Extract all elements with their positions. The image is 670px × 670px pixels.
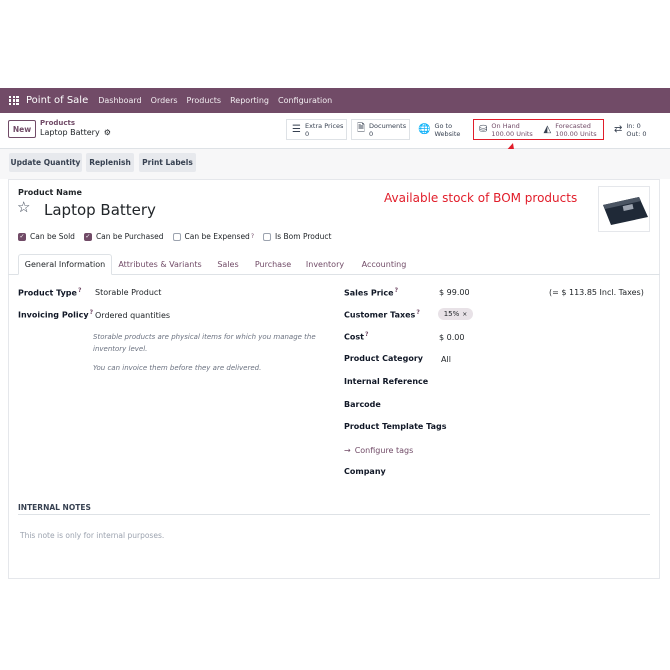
cubes-icon: ⛁ <box>479 124 488 135</box>
area-chart-icon: ◭ <box>543 124 552 135</box>
configure-tags-label: Configure tags <box>354 446 414 455</box>
help-icon[interactable]: ? <box>365 331 368 338</box>
extra-prices-label: Extra Prices <box>304 121 344 130</box>
replenish-button[interactable]: Replenish <box>86 153 134 172</box>
can-be-expensed-label: Can be Expensed <box>184 232 250 241</box>
forecasted-button[interactable]: ◭ Forecasted 100.00 Units <box>539 120 604 139</box>
website-line2: Website <box>434 129 461 138</box>
help-icon[interactable]: ? <box>395 287 398 294</box>
help-icon[interactable]: ? <box>78 287 81 294</box>
in-out-button[interactable]: ⇄ In: 0 Out: 0 <box>609 119 670 140</box>
record-name: Laptop Battery <box>40 128 100 137</box>
exchange-icon: ⇄ <box>614 124 623 135</box>
on-hand-button[interactable]: ⛁ On Hand 100.00 Units <box>474 120 539 139</box>
breadcrumb-current: Laptop Battery ⚙ <box>40 128 111 137</box>
product-category-label: Product Category <box>344 354 423 363</box>
arrow-right-icon: → <box>344 446 351 455</box>
can-be-sold-checkbox[interactable]: ✓ Can be Sold <box>18 232 75 241</box>
nav-products[interactable]: Products <box>187 96 222 105</box>
cost-label: Cost? <box>344 331 369 342</box>
product-category-value[interactable]: All <box>441 355 451 364</box>
star-icon[interactable]: ☆ <box>17 198 30 216</box>
company-label: Company <box>344 467 386 476</box>
configure-tags-link[interactable]: → Configure tags <box>344 446 413 455</box>
internal-notes-divider <box>18 514 650 515</box>
list-icon: ☰ <box>292 124 301 135</box>
nav-orders[interactable]: Orders <box>151 96 178 105</box>
can-be-expensed-checkbox[interactable]: Can be Expensed ? <box>172 232 254 241</box>
on-hand-label: On Hand <box>491 121 520 130</box>
nav-dashboard[interactable]: Dashboard <box>98 96 141 105</box>
nav-configuration[interactable]: Configuration <box>278 96 332 105</box>
tab-general-information[interactable]: General Information <box>18 254 112 275</box>
tab-accounting[interactable]: Accounting <box>359 254 409 275</box>
website-line1: Go to <box>434 121 453 130</box>
product-name-field[interactable]: Laptop Battery <box>44 201 156 219</box>
nav-reporting[interactable]: Reporting <box>230 96 269 105</box>
invoicing-policy-value[interactable]: Ordered quantities <box>95 311 170 320</box>
internal-notes-input[interactable]: This note is only for internal purposes. <box>20 531 164 540</box>
gear-icon[interactable]: ⚙ <box>104 128 111 137</box>
app-brand[interactable]: Point of Sale <box>26 95 88 106</box>
invoice-note: You can invoice them before they are del… <box>93 364 262 372</box>
help-icon[interactable]: ? <box>416 309 419 316</box>
can-be-sold-label: Can be Sold <box>30 232 75 241</box>
action-bar: Update Quantity Replenish Print Labels <box>0 149 670 179</box>
product-template-tags-label: Product Template Tags <box>344 422 447 431</box>
tab-attributes-variants[interactable]: Attributes & Variants <box>118 254 202 275</box>
new-button[interactable]: New <box>8 120 36 138</box>
tax-badge-label: 15% <box>443 310 460 318</box>
go-to-website-button[interactable]: 🌐 Go to Website <box>413 119 469 140</box>
is-bom-product-checkbox[interactable]: Is Bom Product <box>263 232 331 241</box>
apps-menu-icon[interactable] <box>9 95 19 106</box>
product-flags: ✓ Can be Sold ✓ Can be Purchased Can be … <box>18 232 340 241</box>
forecasted-label: Forecasted <box>555 121 591 130</box>
globe-icon: 🌐 <box>418 124 431 135</box>
documents-value: 0 <box>369 129 374 138</box>
check-icon: ✓ <box>83 232 92 241</box>
notebook-tabs: General Information Attributes & Variant… <box>8 254 660 275</box>
documents-button[interactable]: 🗎 Documents 0 <box>351 119 410 140</box>
top-navbar: Point of Sale Dashboard Orders Products … <box>0 88 670 113</box>
update-quantity-button[interactable]: Update Quantity <box>9 153 82 172</box>
barcode-label: Barcode <box>344 400 381 409</box>
remove-tag-icon[interactable]: × <box>462 311 467 318</box>
product-image[interactable] <box>598 186 650 232</box>
product-type-label: Product Type? <box>18 287 82 298</box>
documents-label: Documents <box>369 121 407 130</box>
internal-reference-label: Internal Reference <box>344 377 429 386</box>
stock-buttons-highlight: ⛁ On Hand 100.00 Units ◭ Forecasted 100.… <box>473 119 604 140</box>
forecasted-value: 100.00 Units <box>555 129 597 138</box>
control-panel: New Products Laptop Battery ⚙ ☰ Extra Pr… <box>0 113 670 149</box>
sales-price-incl-taxes: (= $ 113.85 Incl. Taxes) <box>549 288 644 297</box>
tax-badge[interactable]: 15% × <box>438 308 473 320</box>
document-icon: 🗎 <box>357 123 366 134</box>
tab-purchase[interactable]: Purchase <box>252 254 294 275</box>
cost-value[interactable]: $ 0.00 <box>439 333 464 342</box>
extra-prices-value: 0 <box>304 129 310 138</box>
product-type-value[interactable]: Storable Product <box>95 288 161 297</box>
invoicing-policy-label: Invoicing Policy? <box>18 309 94 320</box>
product-type-note: Storable products are physical items for… <box>93 333 316 353</box>
sales-price-label: Sales Price? <box>344 287 399 298</box>
annotation-text: Available stock of BOM products <box>384 191 578 205</box>
tab-inventory[interactable]: Inventory <box>304 254 346 275</box>
extra-prices-button[interactable]: ☰ Extra Prices 0 <box>286 119 347 140</box>
out-value: Out: 0 <box>626 129 647 138</box>
customer-taxes-label: Customer Taxes? <box>344 309 420 320</box>
sales-price-value[interactable]: $ 99.00 <box>439 288 470 297</box>
print-labels-button[interactable]: Print Labels <box>139 153 196 172</box>
in-value: In: 0 <box>626 121 641 130</box>
is-bom-product-label: Is Bom Product <box>275 232 332 241</box>
help-icon[interactable]: ? <box>90 309 93 316</box>
help-icon[interactable]: ? <box>251 233 254 240</box>
product-name-label: Product Name <box>18 188 82 197</box>
tab-sales[interactable]: Sales <box>213 254 243 275</box>
can-be-purchased-checkbox[interactable]: ✓ Can be Purchased <box>83 232 164 241</box>
check-icon: ✓ <box>18 232 26 241</box>
internal-notes-title: INTERNAL NOTES <box>18 503 91 512</box>
on-hand-value: 100.00 Units <box>491 129 533 138</box>
can-be-purchased-label: Can be Purchased <box>95 232 164 241</box>
breadcrumb-products[interactable]: Products <box>40 119 75 127</box>
